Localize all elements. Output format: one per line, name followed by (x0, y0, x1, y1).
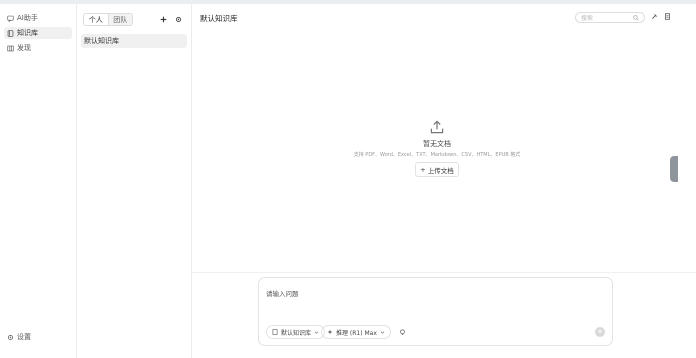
sidebar-item-label: 知识库 (17, 29, 38, 37)
empty-state: 暂无文档 支持 PDF、Word、Excel、TXT、Markdown、CSV、… (342, 119, 532, 177)
lightbulb-icon[interactable] (399, 329, 406, 336)
sidebar-item-label: AI助手 (17, 14, 38, 22)
chevron-down-icon (380, 331, 385, 334)
main-sidebar: AI助手 知识库 发现 设置 (0, 4, 77, 358)
sidebar-item-label: 发现 (17, 44, 31, 52)
document-icon[interactable] (664, 13, 671, 20)
search-icon (633, 14, 639, 21)
sidebar-item-knowledge-base[interactable]: 知识库 (4, 27, 72, 39)
sidebar-item-discover[interactable]: 发现 (4, 42, 72, 54)
knowledge-base-panel: 个人 团队 默认知识库 (77, 4, 192, 358)
kb-selector-label: 默认知识库 (281, 329, 312, 337)
tab-team[interactable]: 团队 (108, 14, 132, 25)
chevron-down-icon (314, 331, 319, 334)
plus-icon[interactable] (160, 16, 167, 23)
tool-icon[interactable] (651, 13, 658, 20)
page-title: 默认知识库 (200, 14, 238, 23)
gear-icon[interactable] (175, 16, 182, 23)
upload-icon (430, 120, 444, 134)
composer-input[interactable]: 请输入问题 (266, 288, 299, 298)
book-icon (7, 29, 14, 37)
model-selector-label: 推理 (R1) Max (336, 329, 377, 337)
divider (192, 272, 696, 273)
kb-list-item[interactable]: 默认知识库 (81, 34, 187, 48)
empty-hint: 支持 PDF、Word、Excel、TXT、Markdown、CSV、HTML、… (353, 152, 521, 158)
search-placeholder: 搜索 (581, 15, 594, 22)
empty-title: 暂无文档 (423, 140, 451, 148)
upload-button-label: 上传文档 (427, 166, 454, 175)
model-selector-button[interactable]: 推理 (R1) Max (321, 325, 391, 339)
settings-label: 设置 (17, 333, 31, 341)
gear-icon (7, 334, 14, 340)
kb-list-item-label: 默认知识库 (84, 37, 119, 45)
tab-personal[interactable]: 个人 (84, 14, 109, 25)
book-icon (272, 329, 278, 335)
send-button[interactable] (595, 327, 605, 337)
side-panel-handle[interactable] (670, 156, 678, 182)
scope-tabs: 个人 团队 (83, 13, 133, 26)
upload-button[interactable]: + 上传文档 (415, 162, 459, 177)
grid-icon (7, 45, 14, 51)
plus-icon: + (420, 165, 426, 174)
kb-selector-button[interactable]: 默认知识库 (266, 325, 326, 339)
chat-composer: 请输入问题 默认知识库 推理 (R1) Max (258, 277, 613, 346)
settings-button[interactable]: 设置 (4, 331, 72, 343)
main-content: 默认知识库 搜索 暂无文档 支持 PDF、Word、Excel、TXT、Mark… (192, 4, 696, 358)
chat-icon (7, 15, 14, 22)
arrow-up-icon (598, 329, 602, 334)
sparkle-icon (327, 329, 333, 335)
search-input[interactable]: 搜索 (575, 12, 645, 23)
sidebar-item-ai-assistant[interactable]: AI助手 (4, 12, 72, 24)
